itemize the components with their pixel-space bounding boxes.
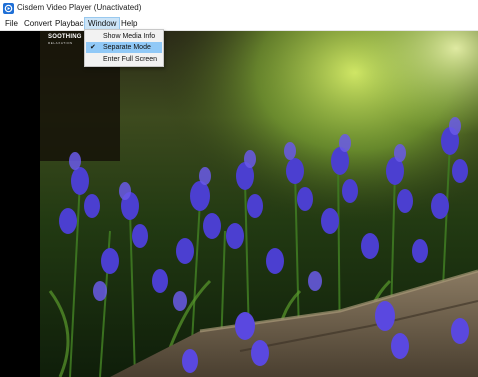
title-bar[interactable]: Cisdem Video Player (Unactivated) [0, 0, 478, 17]
menu-bar: File Convert Playback Window Help [0, 17, 478, 31]
menu-item-label: Separate Mode [103, 44, 151, 51]
menu-item-label: Show Media Info [103, 33, 156, 40]
menu-convert[interactable]: Convert [24, 17, 52, 30]
video-area[interactable]: SOOTHING RELAXATION [0, 31, 478, 377]
menu-item-label: Enter Full Screen [103, 56, 158, 63]
menu-file[interactable]: File [5, 17, 18, 30]
checkmark-icon: ✔ [90, 44, 96, 51]
watermark-title: SOOTHING [48, 34, 82, 40]
menu-playback[interactable]: Playback [55, 17, 87, 30]
player-app-icon [3, 3, 14, 14]
window-title: Cisdem Video Player (Unactivated) [17, 3, 142, 12]
menu-item-show-media-info[interactable]: Show Media Info [86, 31, 162, 42]
watermark-subtitle: RELAXATION [48, 41, 73, 45]
window-menu-dropdown: Show Media Info ✔ Separate Mode Enter Fu… [84, 29, 164, 67]
menu-item-separate-mode[interactable]: ✔ Separate Mode [86, 42, 162, 53]
menu-item-enter-full-screen[interactable]: Enter Full Screen [86, 54, 162, 65]
video-frame[interactable] [40, 31, 478, 377]
